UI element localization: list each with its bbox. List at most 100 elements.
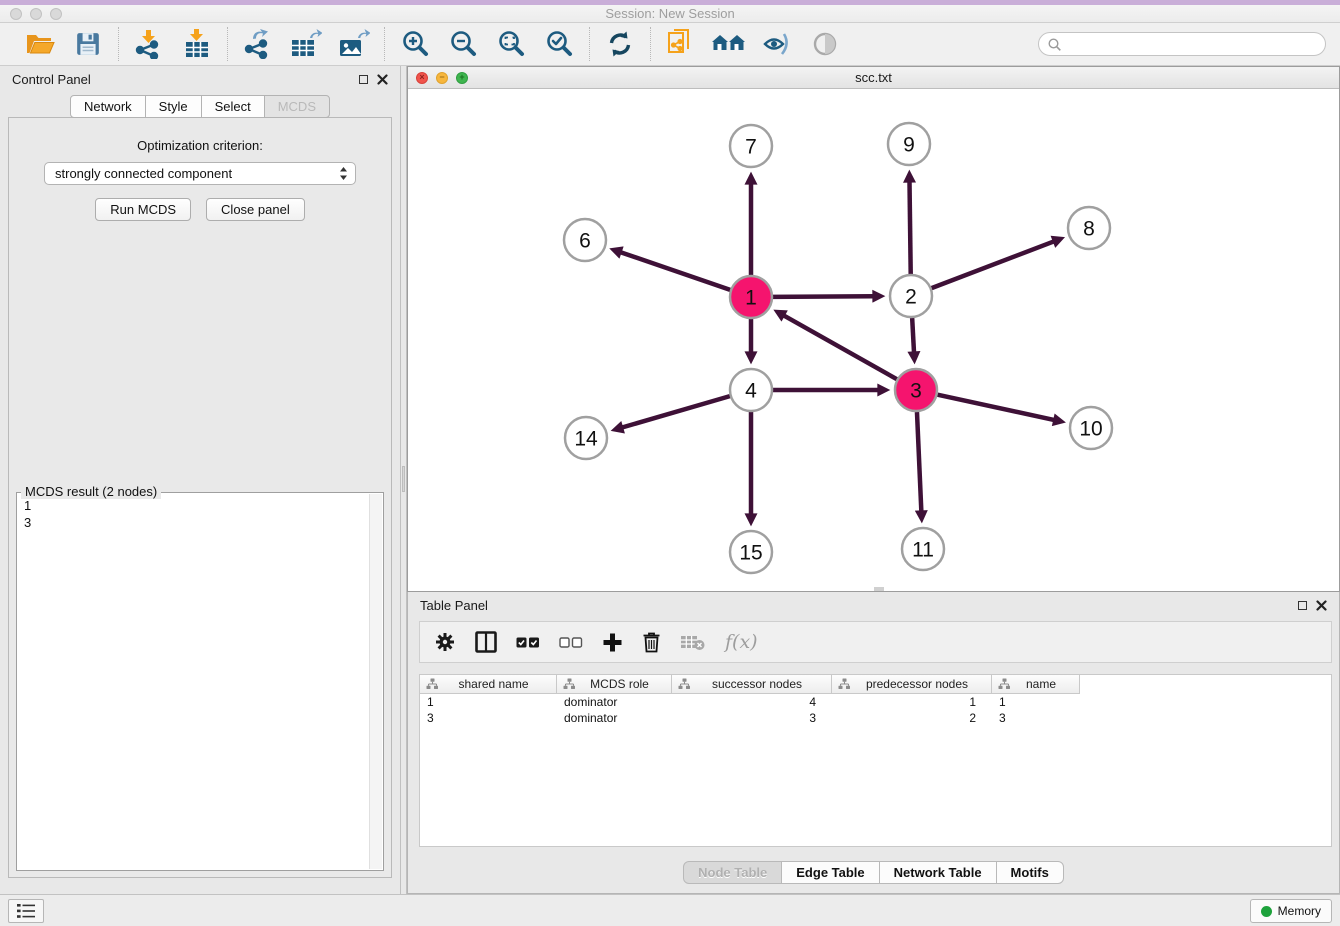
column-header-successor-nodes[interactable]: successor nodes xyxy=(672,675,832,694)
import-table-button[interactable] xyxy=(180,27,214,61)
graph-node-2[interactable]: 2 xyxy=(890,275,932,317)
column-tree-icon xyxy=(426,678,439,690)
graph-node-8[interactable]: 8 xyxy=(1068,207,1110,249)
folder-open-icon xyxy=(25,31,55,57)
network-canvas[interactable]: 7 9 6 8 1 2 4 3 14 10 15 11 xyxy=(408,89,1339,591)
edge-2-8[interactable] xyxy=(932,242,1054,289)
mcds-result-group: MCDS result (2 nodes) 1 3 xyxy=(16,492,384,871)
panel-splitter[interactable] xyxy=(400,66,407,894)
table-cell[interactable]: 1 xyxy=(832,694,992,710)
search-icon xyxy=(1047,37,1062,52)
tab-motifs[interactable]: Motifs xyxy=(996,861,1064,884)
search-input[interactable] xyxy=(1067,37,1317,51)
column-header-predecessor-nodes[interactable]: predecessor nodes xyxy=(832,675,992,694)
edge-3-10[interactable] xyxy=(937,395,1053,420)
svg-text:10: 10 xyxy=(1079,418,1102,441)
export-network-button[interactable] xyxy=(241,27,275,61)
table-cell[interactable]: 3 xyxy=(420,710,557,726)
duplicate-network-button[interactable] xyxy=(664,27,698,61)
table-cell[interactable]: 3 xyxy=(992,710,1080,726)
edge-4-14[interactable] xyxy=(622,396,729,427)
table-cell[interactable]: 3 xyxy=(672,710,832,726)
delete-column-button[interactable] xyxy=(642,631,661,653)
graph-node-10[interactable]: 10 xyxy=(1070,407,1112,449)
float-panel-icon[interactable] xyxy=(359,75,368,84)
table-settings-button[interactable] xyxy=(434,631,456,653)
graph-node-7[interactable]: 7 xyxy=(730,125,772,167)
eye-slash-icon xyxy=(762,31,792,57)
table-cell[interactable]: 4 xyxy=(672,694,832,710)
svg-text:2: 2 xyxy=(905,286,917,309)
tab-mcds[interactable]: MCDS xyxy=(264,95,330,118)
tab-network[interactable]: Network xyxy=(70,95,146,118)
mcds-result-text[interactable]: 1 3 xyxy=(19,497,367,868)
import-network-button[interactable] xyxy=(132,27,166,61)
tab-style[interactable]: Style xyxy=(145,95,202,118)
zoom-out-button[interactable] xyxy=(446,27,480,61)
search-box[interactable] xyxy=(1038,32,1326,56)
column-header-MCDS-role[interactable]: MCDS role xyxy=(557,675,672,694)
visibility-disabled-button[interactable] xyxy=(808,27,842,61)
memory-button[interactable]: Memory xyxy=(1250,899,1332,923)
apply-function-button[interactable]: f(x) xyxy=(725,631,758,653)
optimization-criterion-select[interactable]: strongly connected component xyxy=(44,162,356,185)
graph-node-3[interactable]: 3 xyxy=(895,369,937,411)
zoom-in-button[interactable] xyxy=(398,27,432,61)
column-tree-icon xyxy=(563,678,576,690)
graph-node-15[interactable]: 15 xyxy=(730,531,772,573)
graph-node-11[interactable]: 11 xyxy=(902,528,944,570)
column-header-name[interactable]: name xyxy=(992,675,1080,694)
column-header-shared-name[interactable]: shared name xyxy=(420,675,557,694)
tab-node-table[interactable]: Node Table xyxy=(683,861,782,884)
select-all-button[interactable] xyxy=(516,636,540,649)
table-cell[interactable]: dominator xyxy=(557,694,672,710)
table-cell[interactable]: 1 xyxy=(420,694,557,710)
close-panel-button[interactable]: Close panel xyxy=(206,198,305,221)
network-window-titlebar[interactable]: × − + scc.txt xyxy=(408,67,1339,89)
graph-node-6[interactable]: 6 xyxy=(564,219,606,261)
edge-3-11[interactable] xyxy=(917,412,921,511)
zoom-selected-button[interactable] xyxy=(542,27,576,61)
refresh-button[interactable] xyxy=(603,27,637,61)
graph-node-14[interactable]: 14 xyxy=(565,417,607,459)
float-table-panel-icon[interactable] xyxy=(1298,601,1307,610)
delete-table-button[interactable] xyxy=(680,633,706,651)
run-mcds-button[interactable]: Run MCDS xyxy=(95,198,191,221)
edge-2-3[interactable] xyxy=(912,318,914,352)
deselect-all-button[interactable] xyxy=(559,636,583,649)
edge-1-2[interactable] xyxy=(773,296,873,297)
table-row[interactable]: 1dominator411 xyxy=(420,694,1331,710)
export-image-button[interactable] xyxy=(337,27,371,61)
save-session-button[interactable] xyxy=(71,27,105,61)
edge-2-9[interactable] xyxy=(910,182,911,274)
graph-node-9[interactable]: 9 xyxy=(888,123,930,165)
open-session-button[interactable] xyxy=(23,27,57,61)
edge-1-6[interactable] xyxy=(621,252,730,290)
edge-3-1[interactable] xyxy=(784,316,897,380)
zoom-fit-button[interactable] xyxy=(494,27,528,61)
tab-select[interactable]: Select xyxy=(201,95,265,118)
columns-icon xyxy=(475,631,497,653)
add-column-button[interactable] xyxy=(602,632,623,653)
table-cell[interactable]: dominator xyxy=(557,710,672,726)
task-history-button[interactable] xyxy=(8,899,44,923)
show-columns-button[interactable] xyxy=(475,631,497,653)
close-table-panel-icon[interactable] xyxy=(1316,600,1327,611)
home-networks-button[interactable] xyxy=(712,27,746,61)
network-resize-handle[interactable] xyxy=(874,587,884,591)
graph-node-1[interactable]: 1 xyxy=(730,276,772,318)
table-cell[interactable]: 2 xyxy=(832,710,992,726)
result-scrollbar[interactable] xyxy=(369,494,382,869)
close-panel-icon[interactable] xyxy=(377,74,388,85)
table-cell[interactable]: 1 xyxy=(992,694,1080,710)
tab-network-table[interactable]: Network Table xyxy=(879,861,997,884)
svg-text:4: 4 xyxy=(745,380,757,403)
toggle-visibility-button[interactable] xyxy=(760,27,794,61)
table-row[interactable]: 3dominator323 xyxy=(420,710,1331,726)
control-panel-title: Control Panel xyxy=(12,72,91,87)
tab-edge-table[interactable]: Edge Table xyxy=(781,861,879,884)
graph-node-4[interactable]: 4 xyxy=(730,369,772,411)
window-title: Session: New Session xyxy=(0,6,1340,21)
splitter-grip[interactable] xyxy=(402,466,405,492)
export-table-button[interactable] xyxy=(289,27,323,61)
